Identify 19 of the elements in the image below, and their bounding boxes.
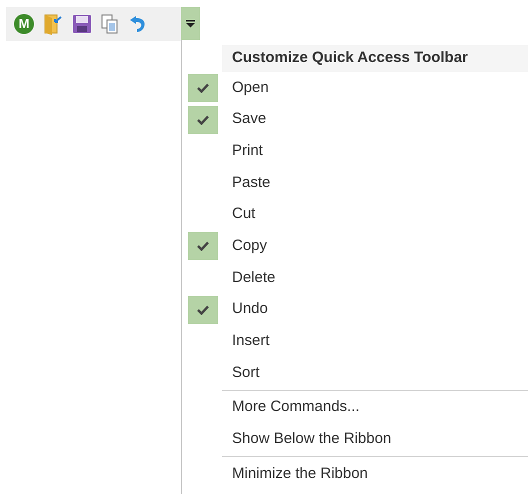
menu-item[interactable]: Open: [232, 76, 269, 100]
folder-arrow-icon[interactable]: [43, 13, 63, 35]
menu-item[interactable]: Minimize the Ribbon: [182, 458, 528, 490]
menu-item[interactable]: Delete: [232, 266, 276, 290]
menu-item[interactable]: More Commands...: [182, 392, 528, 424]
logo-icon[interactable]: M: [14, 14, 34, 34]
menu-item[interactable]: Paste: [232, 172, 270, 194]
copy-pages-icon[interactable]: [101, 14, 119, 34]
menu-item[interactable]: Show Below the Ribbon: [182, 424, 528, 456]
menu-item[interactable]: Cut: [232, 203, 256, 226]
menu-header: Customize Quick Access Toolbar: [222, 45, 528, 72]
menu-item[interactable]: Copy: [232, 235, 268, 258]
caret-icon: [186, 20, 195, 28]
menu-item[interactable]: Save: [232, 108, 266, 131]
menu-item[interactable]: Sort: [232, 362, 260, 384]
menu-item[interactable]: Print: [232, 140, 263, 162]
menu-item[interactable]: Undo: [232, 298, 268, 321]
dropdown-button[interactable]: [181, 7, 200, 41]
menu-item[interactable]: Insert: [232, 330, 270, 353]
